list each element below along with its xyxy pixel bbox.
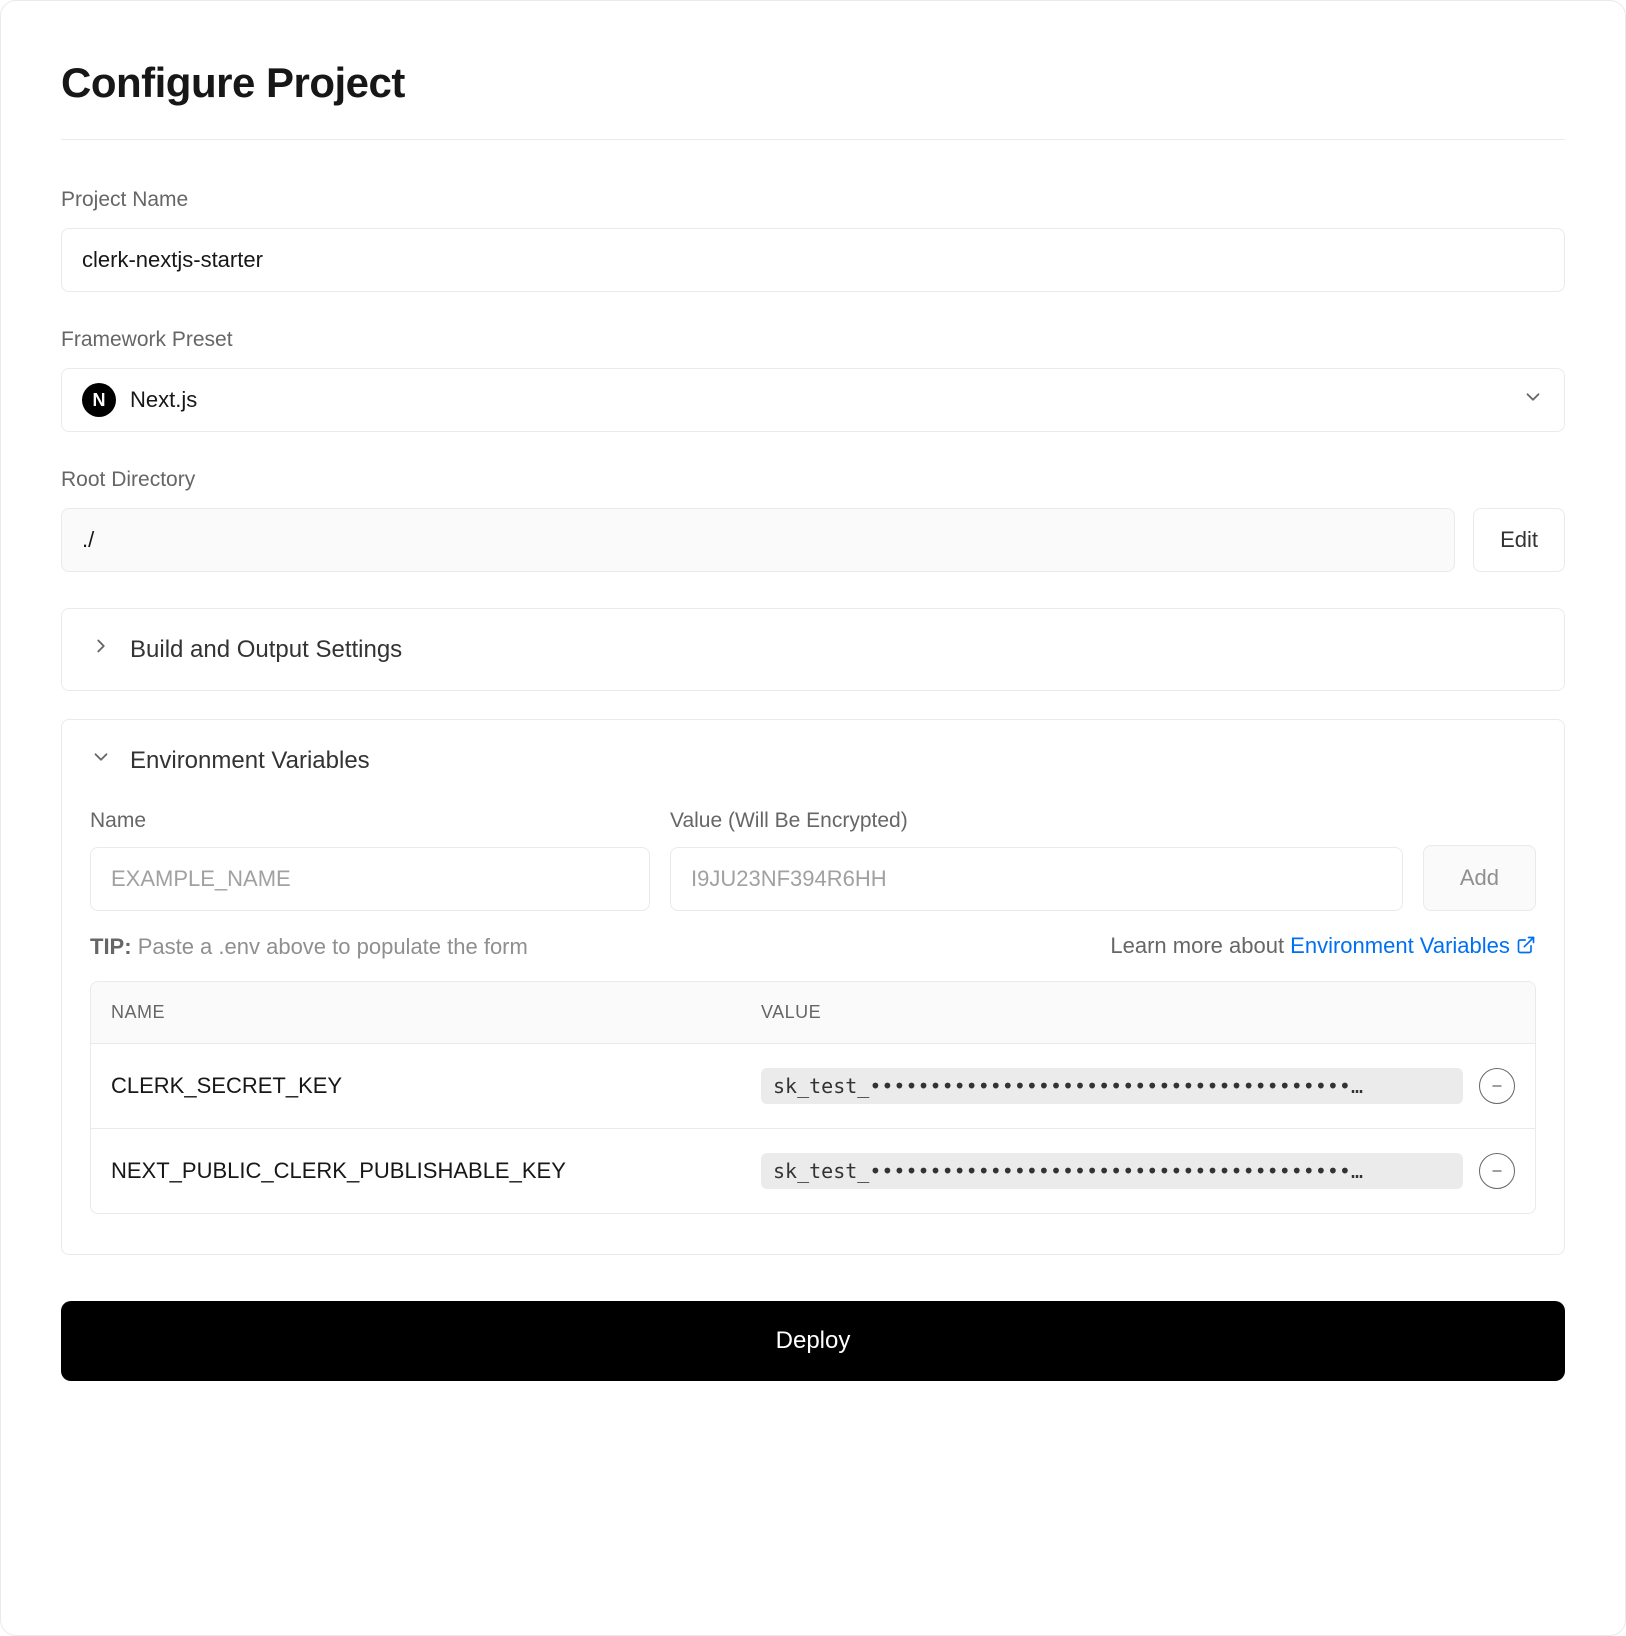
env-tip-text: Paste a .env above to populate the form (138, 934, 528, 959)
page-title: Configure Project (61, 59, 1565, 140)
env-row-value: sk_test_••••••••••••••••••••••••••••••••… (761, 1153, 1463, 1189)
nextjs-icon: N (82, 383, 116, 417)
env-table-header-value: VALUE (761, 1002, 1515, 1023)
project-name-field: Project Name (61, 188, 1565, 292)
env-row-remove-button[interactable] (1479, 1153, 1515, 1189)
chevron-right-icon (90, 635, 112, 664)
project-name-label: Project Name (61, 188, 1565, 212)
minus-circle-icon (1489, 1163, 1505, 1179)
env-vars-table: NAME VALUE CLERK_SECRET_KEY sk_test_••••… (90, 981, 1536, 1214)
env-row-name: NEXT_PUBLIC_CLERK_PUBLISHABLE_KEY (111, 1158, 761, 1184)
env-row-name: CLERK_SECRET_KEY (111, 1073, 761, 1099)
env-name-label: Name (90, 809, 650, 833)
build-output-section: Build and Output Settings (61, 608, 1565, 691)
env-add-button[interactable]: Add (1423, 845, 1536, 911)
env-vars-title: Environment Variables (130, 747, 370, 775)
env-learn-more: Learn more about Environment Variables (1110, 933, 1536, 961)
chevron-down-icon (1522, 386, 1544, 414)
framework-preset-label: Framework Preset (61, 328, 1565, 352)
env-vars-section: Environment Variables Name Value (Will B… (61, 719, 1565, 1255)
env-table-row: CLERK_SECRET_KEY sk_test_•••••••••••••••… (91, 1043, 1535, 1128)
external-link-icon (1516, 935, 1536, 961)
build-output-title: Build and Output Settings (130, 636, 402, 664)
env-table-header: NAME VALUE (91, 982, 1535, 1043)
chevron-down-icon (90, 746, 112, 775)
build-output-toggle[interactable]: Build and Output Settings (62, 609, 1564, 690)
env-learn-text: Learn more about (1110, 933, 1290, 958)
framework-preset-value: Next.js (130, 387, 197, 413)
framework-preset-select[interactable]: N Next.js (61, 368, 1565, 432)
root-directory-label: Root Directory (61, 468, 1565, 492)
env-value-input[interactable] (670, 847, 1403, 911)
root-directory-edit-button[interactable]: Edit (1473, 508, 1565, 572)
framework-preset-field: Framework Preset N Next.js (61, 328, 1565, 432)
env-value-label: Value (Will Be Encrypted) (670, 809, 1403, 833)
env-row-value: sk_test_••••••••••••••••••••••••••••••••… (761, 1068, 1463, 1104)
configure-project-card: Configure Project Project Name Framework… (0, 0, 1626, 1636)
env-table-header-name: NAME (111, 1002, 761, 1023)
env-table-row: NEXT_PUBLIC_CLERK_PUBLISHABLE_KEY sk_tes… (91, 1128, 1535, 1213)
env-learn-link[interactable]: Environment Variables (1290, 933, 1536, 958)
root-directory-field: Root Directory ./ Edit (61, 468, 1565, 572)
env-vars-toggle[interactable]: Environment Variables (62, 720, 1564, 801)
env-name-input[interactable] (90, 847, 650, 911)
env-tip: TIP: Paste a .env above to populate the … (90, 934, 528, 960)
deploy-button[interactable]: Deploy (61, 1301, 1565, 1381)
env-row-remove-button[interactable] (1479, 1068, 1515, 1104)
env-tip-label: TIP: (90, 934, 132, 959)
root-directory-value: ./ (61, 508, 1455, 572)
project-name-input[interactable] (61, 228, 1565, 292)
minus-circle-icon (1489, 1078, 1505, 1094)
